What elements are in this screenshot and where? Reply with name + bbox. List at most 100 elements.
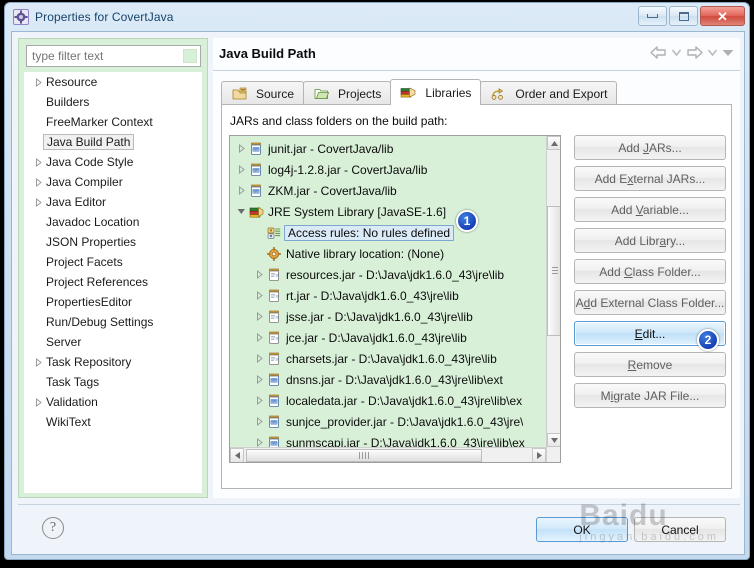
sidebar-item-run-debug-settings[interactable]: Run/Debug Settings: [24, 312, 202, 332]
sidebar-item-task-tags[interactable]: Task Tags: [24, 372, 202, 392]
remove-button[interactable]: Remove: [574, 352, 726, 377]
expand-arrow-icon[interactable]: [32, 197, 44, 207]
sidebar-item-label: Java Compiler: [46, 175, 123, 189]
sidebar-item-builders[interactable]: Builders: [24, 92, 202, 112]
tree-row[interactable]: 10 jsse.jar - D:\Java\jdk1.6.0_43\jre\li…: [230, 306, 546, 327]
expand-arrow-icon[interactable]: [252, 333, 266, 342]
forward-dropdown-chevron-down-icon[interactable]: [708, 49, 717, 56]
sidebar-item-java-compiler[interactable]: Java Compiler: [24, 172, 202, 192]
scroll-left-arrow-icon[interactable]: [230, 448, 244, 462]
tab-source[interactable]: Source: [221, 81, 305, 105]
access-rules-row[interactable]: Access rules: No rules defined: [230, 222, 546, 243]
sidebar-item-javadoc-location[interactable]: Javadoc Location: [24, 212, 202, 232]
expand-arrow-icon[interactable]: [32, 177, 44, 187]
maximize-button[interactable]: [669, 6, 698, 26]
maximize-icon: [678, 11, 689, 21]
jars-label: JARs and class folders on the build path…: [230, 114, 448, 128]
tree-row[interactable]: 10 jce.jar - D:\Java\jdk1.6.0_43\jre\lib: [230, 327, 546, 348]
expand-arrow-icon[interactable]: [32, 397, 44, 407]
tab-projects[interactable]: Projects: [303, 81, 392, 105]
expand-arrow-icon[interactable]: [234, 165, 248, 174]
add-external-jars-button[interactable]: Add External JARs...: [574, 166, 726, 191]
collapse-arrow-icon[interactable]: [234, 208, 248, 215]
tree-hscroll-thumb[interactable]: [246, 449, 482, 462]
settings-tree[interactable]: Resource Builders FreeMarker Context Java B…: [24, 72, 202, 493]
scroll-up-arrow-icon[interactable]: [547, 136, 560, 150]
expand-arrow-icon[interactable]: [252, 291, 266, 300]
tree-row[interactable]: 10 rt.jar - D:\Java\jdk1.6.0_43\jre\lib: [230, 285, 546, 306]
tree-row[interactable]: JRE System Library [JavaSE-1.6]: [230, 201, 546, 222]
tree-vscroll-thumb[interactable]: [547, 206, 560, 336]
sidebar-item-project-facets[interactable]: Project Facets: [24, 252, 202, 272]
tree-row[interactable]: 010 log4j-1.2.8.jar - CovertJava/lib: [230, 159, 546, 180]
sidebar-item-label: Task Tags: [46, 375, 100, 389]
sidebar-item-java-code-style[interactable]: Java Code Style: [24, 152, 202, 172]
tree-vertical-scrollbar[interactable]: [546, 136, 560, 462]
sidebar-item-server[interactable]: Server: [24, 332, 202, 352]
view-menu-chevron-down-icon[interactable]: [722, 49, 734, 57]
filter-clear-icon[interactable]: [183, 49, 197, 63]
sidebar-item-label: Project Facets: [46, 255, 123, 269]
expand-arrow-icon[interactable]: [252, 438, 266, 447]
cancel-button[interactable]: Cancel: [634, 517, 726, 542]
expand-arrow-icon[interactable]: [234, 186, 248, 195]
ok-button[interactable]: OK: [536, 517, 628, 542]
scroll-down-arrow-icon[interactable]: [547, 433, 560, 447]
migrate-jar-file-button[interactable]: Migrate JAR File...: [574, 383, 726, 408]
tree-row[interactable]: 010 ZKM.jar - CovertJava/lib: [230, 180, 546, 201]
jar-icon: 010: [266, 415, 282, 429]
help-icon[interactable]: ?: [42, 517, 64, 539]
tree-row[interactable]: 010 junit.jar - CovertJava/lib: [230, 138, 546, 159]
tree-row[interactable]: 010 sunjce_provider.jar - D:\Java\jdk1.6…: [230, 411, 546, 432]
expand-arrow-icon[interactable]: [252, 270, 266, 279]
tree-horizontal-scrollbar[interactable]: [230, 447, 546, 462]
tree-row[interactable]: Native library location: (None): [230, 243, 546, 264]
add-class-folder-button[interactable]: Add Class Folder...: [574, 259, 726, 284]
minimize-button[interactable]: [638, 6, 667, 26]
tab-order-and-export[interactable]: Order and Export: [480, 81, 618, 105]
back-arrow-icon[interactable]: [650, 46, 667, 59]
button-label: Edit...: [634, 326, 666, 341]
scroll-right-arrow-icon[interactable]: [532, 448, 546, 462]
add-variable-button[interactable]: Add Variable...: [574, 197, 726, 222]
add-external-class-folder-button[interactable]: Add External Class Folder...: [574, 290, 726, 315]
add-library-button[interactable]: Add Library...: [574, 228, 726, 253]
sidebar-item-freemarker-context[interactable]: FreeMarker Context: [24, 112, 202, 132]
expand-arrow-icon[interactable]: [252, 354, 266, 363]
tree-row-label: resources.jar - D:\Java\jdk1.6.0_43\jre\…: [286, 267, 505, 282]
forward-arrow-icon[interactable]: [686, 46, 703, 59]
sidebar-item-task-repository[interactable]: Task Repository: [24, 352, 202, 372]
native-lib-icon: [266, 246, 282, 261]
tree-row[interactable]: 10 resources.jar - D:\Java\jdk1.6.0_43\j…: [230, 264, 546, 285]
expand-arrow-icon[interactable]: [32, 357, 44, 367]
jar-doc-icon: 10: [266, 310, 282, 324]
expand-arrow-icon[interactable]: [252, 375, 266, 384]
svg-text:010: 010: [271, 441, 277, 445]
expand-arrow-icon[interactable]: [32, 157, 44, 167]
sidebar-item-propertieseditor[interactable]: PropertiesEditor: [24, 292, 202, 312]
sidebar-item-validation[interactable]: Validation: [24, 392, 202, 412]
sidebar-item-java-build-path[interactable]: Java Build Path: [24, 132, 202, 152]
close-button[interactable]: ✕: [700, 6, 745, 26]
expand-arrow-icon[interactable]: [252, 312, 266, 321]
sidebar-item-java-editor[interactable]: Java Editor: [24, 192, 202, 212]
sidebar-item-project-references[interactable]: Project References: [24, 272, 202, 292]
sidebar-item-resource[interactable]: Resource: [24, 72, 202, 92]
add-jars-button[interactable]: Add JARs...: [574, 135, 726, 160]
expand-arrow-icon[interactable]: [32, 77, 44, 87]
sidebar-item-wikitext[interactable]: WikiText: [24, 412, 202, 432]
tree-row[interactable]: 010 dnsns.jar - D:\Java\jdk1.6.0_43\jre\…: [230, 369, 546, 390]
filter-input[interactable]: [26, 45, 201, 67]
tree-row[interactable]: 010 localedata.jar - D:\Java\jdk1.6.0_43…: [230, 390, 546, 411]
sidebar-item-json-properties[interactable]: JSON Properties: [24, 232, 202, 252]
back-dropdown-chevron-down-icon[interactable]: [672, 49, 681, 56]
expand-arrow-icon[interactable]: [234, 144, 248, 153]
tab-libraries[interactable]: Libraries: [390, 79, 482, 105]
expand-arrow-icon[interactable]: [252, 417, 266, 426]
svg-text:10: 10: [275, 294, 279, 298]
build-path-tree[interactable]: 010 junit.jar - CovertJava/lib 010 log4j…: [229, 135, 561, 463]
expand-arrow-icon[interactable]: [252, 396, 266, 405]
dialog-client-area: Resource Builders FreeMarker Context Java B…: [11, 31, 745, 555]
tree-row[interactable]: 10 charsets.jar - D:\Java\jdk1.6.0_43\jr…: [230, 348, 546, 369]
svg-text:010: 010: [253, 189, 259, 193]
